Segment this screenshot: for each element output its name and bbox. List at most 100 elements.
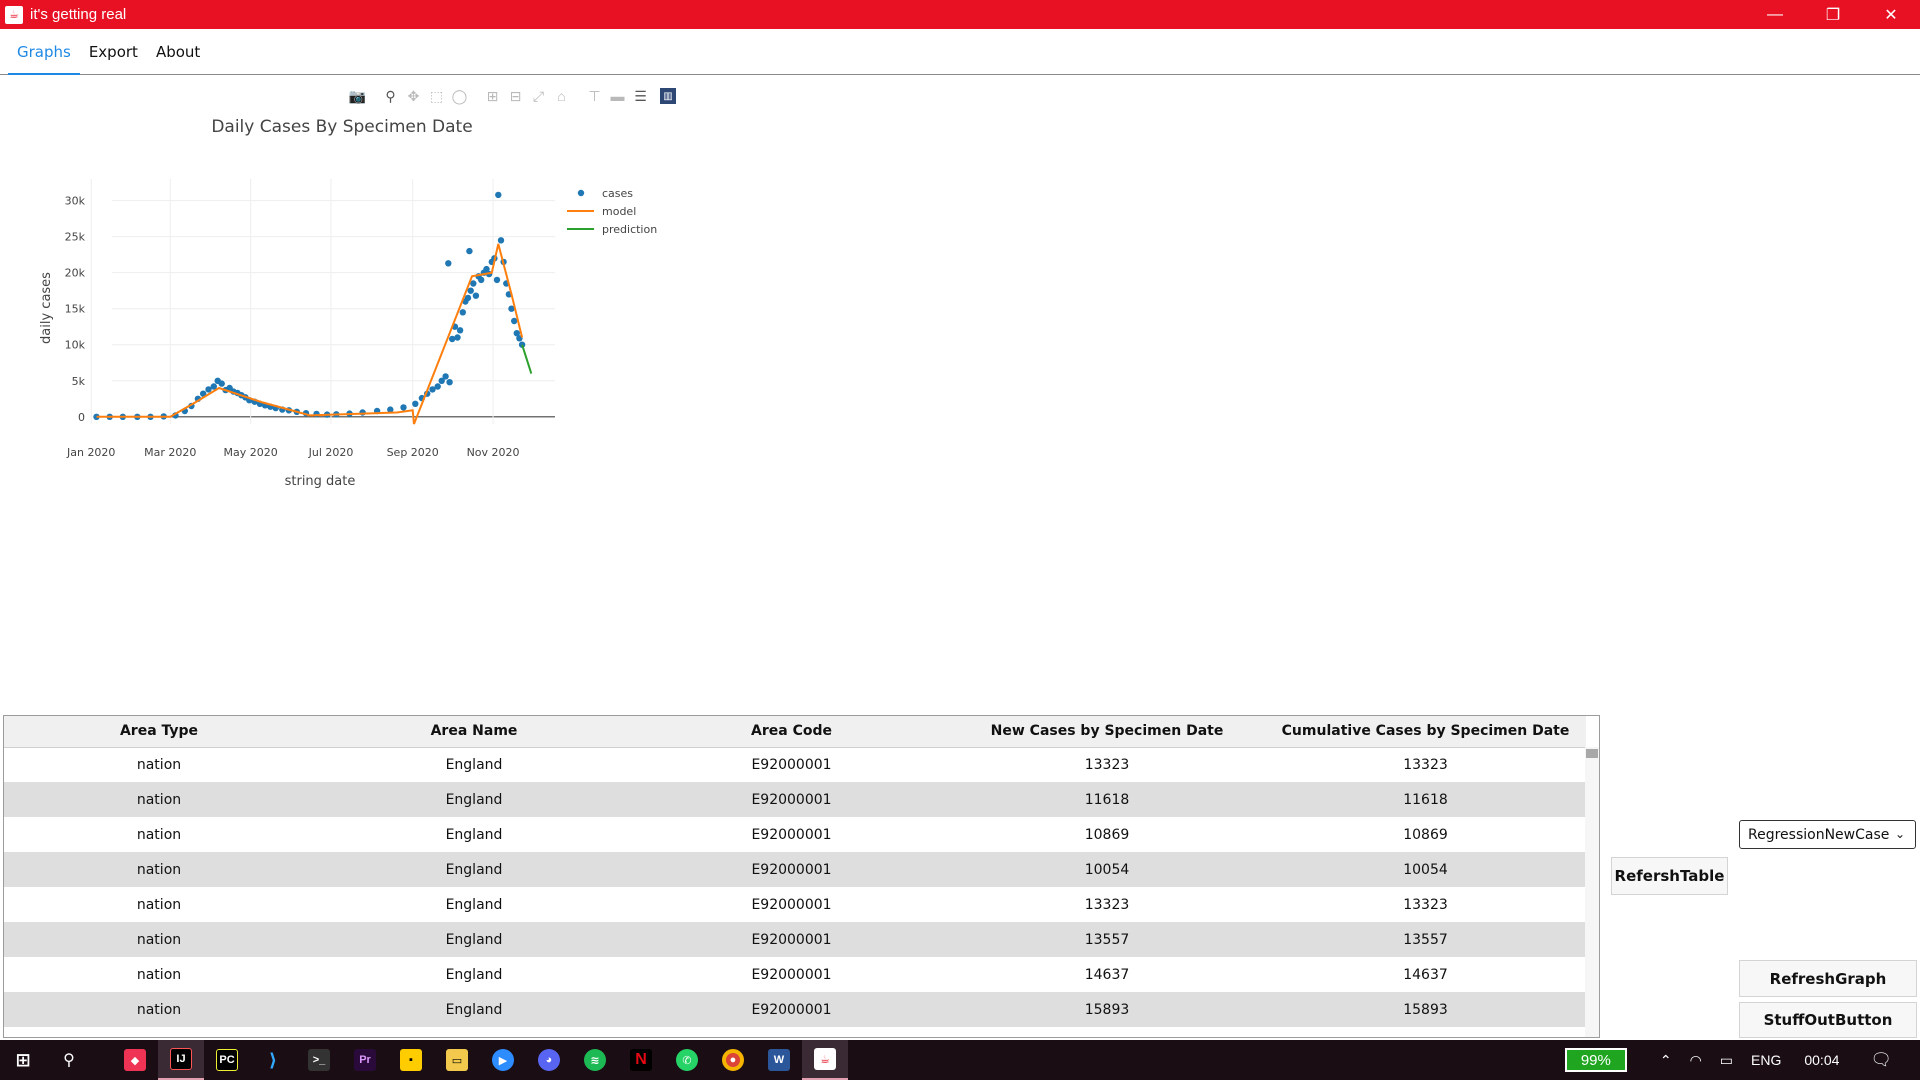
intellij-icon[interactable]: IJ [158,1040,204,1080]
y-tick-label: 20k [65,267,86,280]
notification-icon[interactable]: 🗨 [1870,1050,1892,1070]
wifi-icon[interactable]: ◠ [1690,1052,1702,1069]
minimize-button[interactable]: — [1746,0,1804,29]
table-cell: England [445,826,503,843]
whatsapp-icon[interactable]: ✆ [664,1040,710,1080]
chart-title: Daily Cases By Specimen Date [211,117,472,137]
column-header[interactable]: Area Code [634,716,949,748]
data-point [412,400,419,407]
tab-export[interactable]: Export [80,29,147,75]
lasso-icon[interactable]: ◯ [448,86,471,106]
refresh-table-button[interactable]: RefershTable [1611,857,1728,895]
search-icon[interactable]: ⚲ [46,1040,92,1080]
zoom-icon[interactable]: ⚲ [379,86,402,106]
table-row[interactable]: nation England E92000001 13323 13323 [4,887,1586,922]
table-cell: nation [4,922,314,957]
table-cell: 13323 [1084,896,1130,913]
tab-about[interactable]: About [147,29,209,75]
table-row[interactable]: nation England E92000001 10869 10869 [4,817,1586,852]
data-point [446,379,453,386]
column-header[interactable]: Area Name [314,716,634,748]
chart-legend[interactable]: cases model prediction [567,187,657,236]
table-row[interactable]: nation England E92000001 13323 13323 [4,747,1586,782]
table-cell: nation [4,852,314,887]
table-cell: 10869 [1403,826,1448,843]
vscode-icon[interactable]: ⟩ [250,1040,296,1080]
plotly-logo-icon[interactable]: ▥ [660,88,676,104]
hover-compare-icon[interactable]: ☰ [629,86,652,106]
close-button[interactable]: ✕ [1862,0,1920,29]
x-tick-label: Nov 2020 [467,446,520,459]
chrome-icon[interactable]: ● [710,1040,756,1080]
table-cell: 10054 [949,852,1265,887]
x-tick-label: Mar 2020 [144,446,196,459]
table-row[interactable]: nation England E92000001 10054 10054 [4,852,1586,887]
zoom-in-icon[interactable]: ⊞ [481,86,504,106]
column-header[interactable]: Area Type [4,716,314,748]
autoscale-icon[interactable]: ⤢ [527,86,550,106]
language-indicator[interactable]: ENG [1751,1052,1781,1068]
y-tick-label: 25k [65,231,86,244]
tab-graphs[interactable]: Graphs [8,29,80,75]
table-cell: E92000001 [634,782,949,817]
table-cell: E92000001 [751,896,832,913]
table-cell: 13323 [1403,756,1448,773]
start-icon[interactable]: ⊞ [0,1040,46,1080]
column-header[interactable]: Cumulative Cases by Specimen Date [1265,716,1586,748]
affinity-icon[interactable]: ◆ [112,1040,158,1080]
table-cell: 10054 [1265,852,1586,887]
regression-select[interactable]: RegressionNewCase ⌄ [1739,820,1916,849]
netflix-icon[interactable]: N [618,1040,664,1080]
discord-icon[interactable]: ◕ [526,1040,572,1080]
premiere-icon[interactable]: Pr [342,1040,388,1080]
table-scrollbar[interactable] [1585,747,1599,1037]
y-tick-label: 30k [65,195,86,208]
scrollbar-thumb[interactable] [1586,749,1598,758]
sticky-notes-icon[interactable]: ▪ [388,1040,434,1080]
table-cell: nation [4,782,314,817]
stuff-out-button[interactable]: StuffOutButton [1739,1002,1917,1038]
battery-icon[interactable]: ▭ [1720,1052,1733,1069]
system-tray: 99% ⌃ ◠ ▭ ENG 00:04 🗨 [1564,1040,1920,1080]
table-row[interactable]: nation England E92000001 14637 14637 [4,957,1586,992]
terminal-icon[interactable]: >_ [296,1040,342,1080]
chevron-up-icon[interactable]: ⌃ [1660,1052,1672,1069]
x-axis-label: string date [285,474,356,489]
zoom-icon[interactable]: ▶ [480,1040,526,1080]
refresh-graph-button[interactable]: RefreshGraph [1739,960,1917,997]
pan-icon[interactable]: ✥ [402,86,425,106]
spotify-icon[interactable]: ≋ [572,1040,618,1080]
zoom-out-icon[interactable]: ⊟ [504,86,527,106]
word-icon[interactable]: W [756,1040,802,1080]
table-cell: England [314,922,634,957]
table-cell: 11618 [949,782,1265,817]
table-row[interactable]: nation England E92000001 11618 11618 [4,782,1586,817]
title-bar: ☕ it's getting real — ❐ ✕ [0,0,1920,29]
table-cell: England [314,782,634,817]
data-point [511,317,518,325]
hover-closest-icon[interactable]: ▬ [606,86,629,106]
table-row[interactable]: nation England E92000001 13557 13557 [4,922,1586,957]
pycharm-icon[interactable]: PC [204,1040,250,1080]
x-tick-label: Jan 2020 [66,446,115,459]
battery-indicator[interactable]: 99% [1564,1048,1627,1072]
restore-button[interactable]: ❐ [1804,0,1862,29]
box-select-icon[interactable]: ⬚ [425,86,448,106]
series-model [96,243,524,425]
y-axis-ticks: 0 5k 10k 15k 20k 25k 30k [65,195,86,424]
column-header[interactable]: New Cases by Specimen Date [949,716,1265,748]
x-tick-label: May 2020 [224,446,278,459]
chart-series[interactable] [93,191,533,425]
java-app-icon: ☕ [5,5,23,24]
reset-axes-icon[interactable]: ⌂ [550,86,573,106]
menu-bar: Graphs Export About [0,29,1920,75]
table-body: nation England E92000001 13323 13323 nation En… [4,747,1586,1027]
spike-lines-icon[interactable]: ⊤ [583,86,606,106]
series-prediction [521,344,533,374]
clock[interactable]: 00:04 [1804,1052,1839,1068]
data-point [456,327,464,334]
java-app-icon[interactable]: ☕ [802,1040,848,1080]
table-row[interactable]: nation England E92000001 15893 15893 [4,992,1586,1027]
file-explorer-icon[interactable]: ▭ [434,1040,480,1080]
camera-icon[interactable]: 📷 [346,86,369,106]
